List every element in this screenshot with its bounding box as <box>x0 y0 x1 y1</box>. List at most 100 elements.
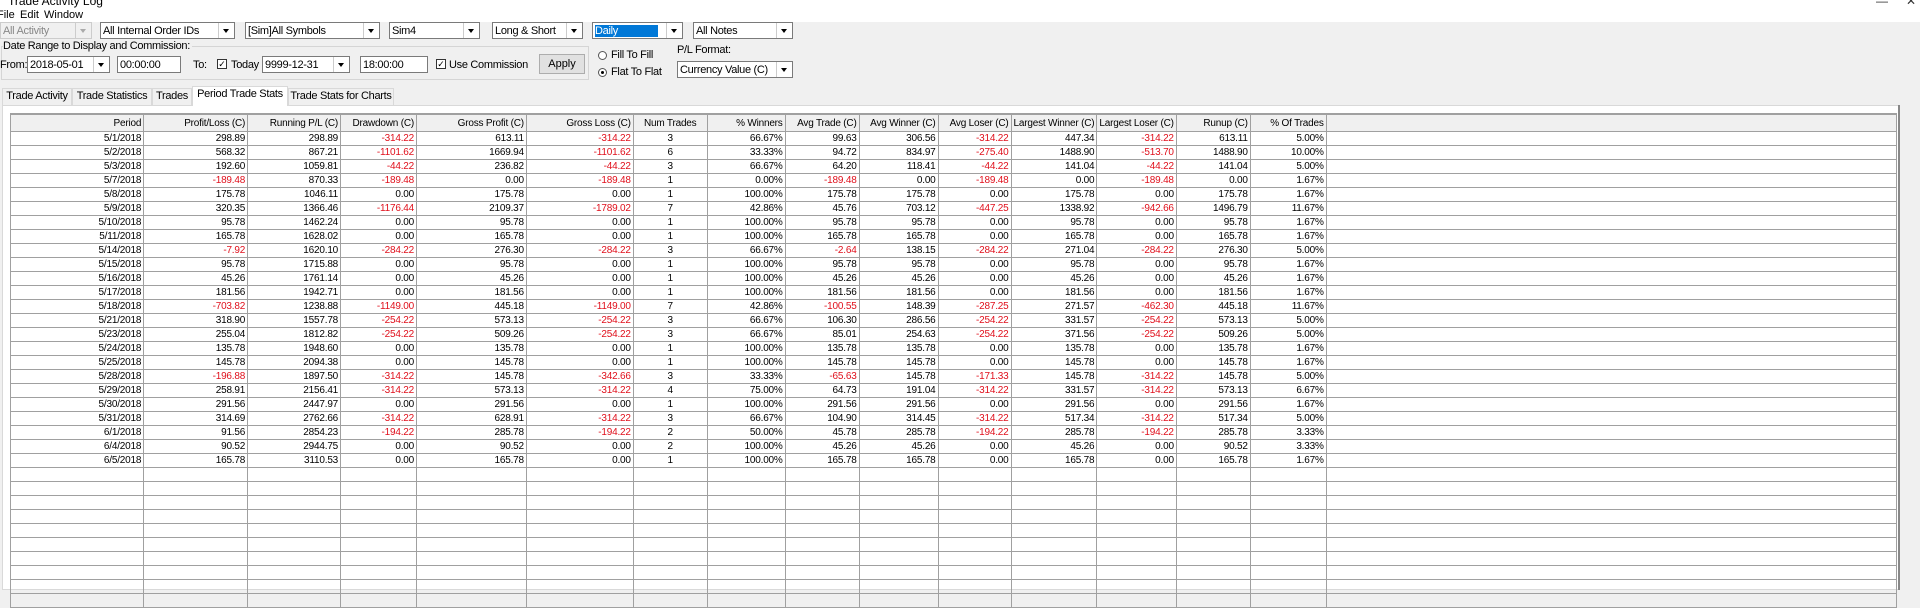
table-cell-empty <box>633 593 708 608</box>
use-commission-checkbox[interactable]: ✓ <box>436 59 446 69</box>
pl-format-dropdown[interactable]: Currency Value (C) <box>677 61 793 78</box>
notes-value: All Notes <box>696 25 738 37</box>
table-row[interactable]: 5/8/2018 175.78 1046.11 0.00 175.78 0.00 1 100.… <box>11 187 1898 202</box>
table-cell: 1 <box>633 215 708 230</box>
menu-file[interactable]: File <box>0 9 15 21</box>
table-row[interactable]: 5/30/2018 291.56 2447.97 0.00 291.56 0.00 1 100… <box>11 397 1898 412</box>
column-header[interactable]: % Winners <box>707 115 786 132</box>
empty-row <box>11 509 1898 524</box>
tab-trade-stats-for-charts[interactable]: Trade Stats for Charts <box>288 88 394 105</box>
column-header[interactable]: Drawdown (C) <box>340 115 418 132</box>
column-header[interactable]: Avg Trade (C) <box>785 115 860 132</box>
menu-edit[interactable]: Edit <box>20 9 39 21</box>
direction-dropdown[interactable]: Long & Short <box>492 22 583 39</box>
table-cell: 191.04 <box>859 383 939 398</box>
table-row[interactable]: 5/24/2018 135.78 1948.60 0.00 135.78 0.00 1 100… <box>11 341 1898 356</box>
column-header[interactable]: Largest Winner (C) <box>1011 115 1098 132</box>
table-cell: -314.22 <box>938 383 1012 398</box>
table-row[interactable]: 6/4/2018 90.52 2944.75 0.00 90.52 0.00 2 100.00… <box>11 439 1898 454</box>
table-cell: 271.57 <box>1011 299 1098 314</box>
today-checkbox[interactable]: ✓ <box>217 59 227 69</box>
table-cell-empty <box>938 481 1012 496</box>
table-cell: -314.22 <box>938 131 1012 146</box>
tab-trade-statistics[interactable]: Trade Statistics <box>72 88 152 105</box>
symbols-dropdown[interactable]: [Sim]All Symbols <box>245 22 380 39</box>
from-time-field[interactable]: 00:00:00 <box>117 56 181 73</box>
column-header[interactable]: % Of Trades <box>1250 115 1327 132</box>
table-cell: 0.00 <box>1096 355 1177 370</box>
table-row[interactable]: 6/1/2018 91.56 2854.23 -194.22 285.78 -194.22… <box>11 425 1898 440</box>
table-cell: 5/15/2018 <box>11 257 145 272</box>
to-date-picker[interactable]: 9999-12-31 <box>262 56 350 73</box>
table-cell: 145.78 <box>785 355 860 370</box>
table-row[interactable]: 5/2/2018 568.32 867.21 -1101.62 1669.94 -1101… <box>11 145 1898 160</box>
account-dropdown[interactable]: Sim4 <box>389 22 480 39</box>
table-cell: 5/24/2018 <box>11 341 145 356</box>
table-cell: 50.00% <box>707 425 786 440</box>
table-cell: 145.78 <box>416 355 527 370</box>
table-row[interactable]: 5/29/2018 258.91 2156.41 -314.22 573.13 -314.… <box>11 383 1898 398</box>
table-row[interactable]: 5/15/2018 95.78 1715.88 0.00 95.78 0.00 1 100.0… <box>11 257 1898 272</box>
table-cell-empty <box>143 495 249 510</box>
table-row[interactable]: 6/5/2018 165.78 3110.53 0.00 165.78 0.00 1 100.… <box>11 453 1898 468</box>
column-header[interactable]: Running P/L (C) <box>247 115 342 132</box>
table-cell: -44.22 <box>1096 159 1177 174</box>
to-time-field[interactable]: 18:00:00 <box>360 56 428 73</box>
table-row[interactable]: 5/9/2018 320.35 1366.46 -1176.44 2109.37 -178… <box>11 201 1898 216</box>
flat-to-flat-radio[interactable] <box>598 68 607 77</box>
table-row[interactable]: 5/11/2018 165.78 1628.02 0.00 165.78 0.00 1 100… <box>11 229 1898 244</box>
column-header[interactable]: Period <box>11 115 145 132</box>
table-cell: 145.78 <box>1011 355 1098 370</box>
table-cell: 95.78 <box>416 215 527 230</box>
tab-trades[interactable]: Trades <box>152 88 192 105</box>
from-date-picker[interactable]: 2018-05-01 <box>27 56 110 73</box>
column-header[interactable]: Gross Profit (C) <box>416 115 527 132</box>
column-header[interactable]: Gross Loss (C) <box>526 115 634 132</box>
table-row[interactable]: 5/18/2018 -703.82 1238.88 -1149.00 445.18 -11… <box>11 299 1898 314</box>
table-row[interactable]: 5/10/2018 95.78 1462.24 0.00 95.78 0.00 1 100.0… <box>11 215 1898 230</box>
table-row[interactable]: 5/1/2018 298.89 298.89 -314.22 613.11 -314.22… <box>11 131 1898 146</box>
table-row[interactable]: 5/14/2018 -7.92 1620.10 -284.22 276.30 -284.2… <box>11 243 1898 258</box>
column-header[interactable]: Largest Loser (C) <box>1096 115 1177 132</box>
table-row[interactable]: 5/28/2018 -196.88 1897.50 -314.22 145.78 -342… <box>11 369 1898 384</box>
table-row[interactable]: 5/23/2018 255.04 1812.82 -254.22 509.26 -254.… <box>11 327 1898 342</box>
period-dropdown[interactable]: Daily <box>592 22 683 39</box>
table-row[interactable]: 5/21/2018 318.90 1557.78 -254.22 573.13 -254.… <box>11 313 1898 328</box>
table-cell: 135.78 <box>416 341 527 356</box>
order-ids-dropdown[interactable]: All Internal Order IDs <box>100 22 235 39</box>
column-header[interactable]: Runup (C) <box>1176 115 1251 132</box>
table-cell-empty <box>247 523 342 538</box>
chevron-down-icon <box>333 57 349 72</box>
activity-dropdown[interactable]: All Activity <box>0 22 92 39</box>
table-row[interactable]: 5/25/2018 145.78 2094.38 0.00 145.78 0.00 1 100… <box>11 355 1898 370</box>
table-cell: 181.56 <box>1176 285 1251 300</box>
table-cell: 100.00% <box>707 271 786 286</box>
apply-button[interactable]: Apply <box>539 54 585 74</box>
column-header[interactable]: Avg Loser (C) <box>938 115 1012 132</box>
table-cell-empty <box>1176 495 1251 510</box>
fill-to-fill-radio[interactable] <box>598 51 607 60</box>
table-row[interactable]: 5/31/2018 314.69 2762.66 -314.22 628.91 -314.… <box>11 411 1898 426</box>
tab-period-trade-stats[interactable]: Period Trade Stats <box>192 86 288 106</box>
notes-dropdown[interactable]: All Notes <box>693 22 793 39</box>
vertical-scrollbar[interactable] <box>1898 105 1900 590</box>
table-row[interactable]: 5/3/2018 192.60 1059.81 -44.22 236.82 -44.22 3… <box>11 159 1898 174</box>
table-cell: -189.48 <box>1096 173 1177 188</box>
close-icon[interactable]: ✕ <box>1906 0 1916 8</box>
tab-trade-activity[interactable]: Trade Activity <box>2 88 72 105</box>
minimize-icon[interactable]: — <box>1876 0 1888 8</box>
table-cell: 0.00 <box>1096 397 1177 412</box>
table-row[interactable]: 5/7/2018 -189.48 870.33 -189.48 0.00 -189.48 1… <box>11 173 1898 188</box>
table-row[interactable]: 5/17/2018 181.56 1942.71 0.00 181.56 0.00 1 100… <box>11 285 1898 300</box>
table-cell: -284.22 <box>526 243 634 258</box>
menu-window[interactable]: Window <box>44 9 83 21</box>
column-header[interactable]: Profit/Loss (C) <box>143 115 249 132</box>
table-cell-empty <box>1326 131 1898 146</box>
table-cell-empty <box>633 565 708 580</box>
table-cell: 11.67% <box>1250 201 1327 216</box>
column-header[interactable]: Num Trades <box>633 115 708 132</box>
column-header[interactable]: Avg Winner (C) <box>859 115 939 132</box>
table-cell: -254.22 <box>340 327 418 342</box>
table-cell: 145.78 <box>859 369 939 384</box>
table-row[interactable]: 5/16/2018 45.26 1761.14 0.00 45.26 0.00 1 100.0… <box>11 271 1898 286</box>
